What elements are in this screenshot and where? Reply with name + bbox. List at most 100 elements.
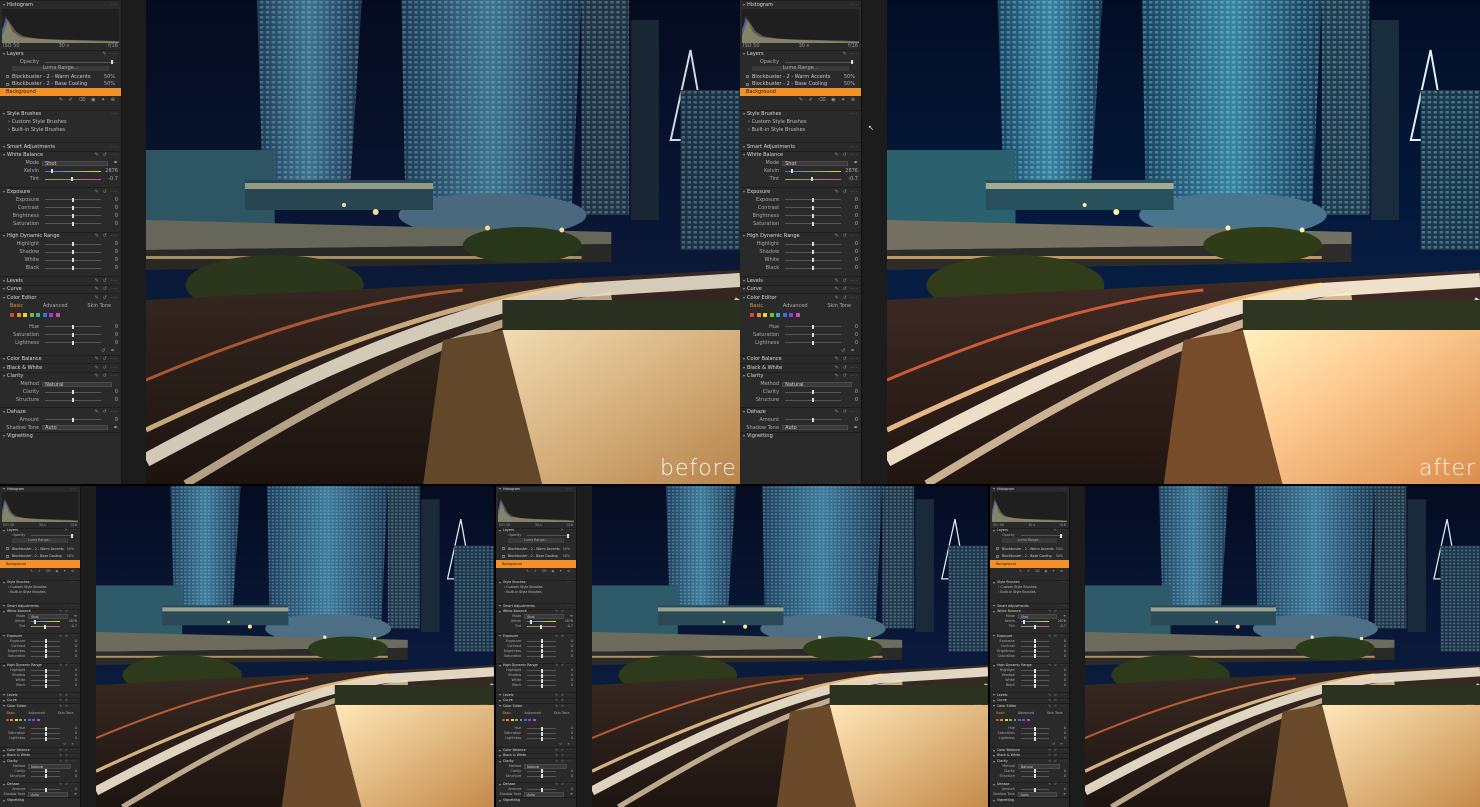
- tool-icons[interactable]: ✎ ↺ ···: [835, 285, 858, 294]
- slider-knob[interactable]: [540, 624, 543, 629]
- clarity-slider[interactable]: [1020, 769, 1049, 774]
- more-icon[interactable]: ···: [71, 580, 77, 586]
- slider-knob[interactable]: [1033, 639, 1036, 643]
- style-brushes-header[interactable]: Style Brushes ···: [0, 109, 121, 119]
- collapse-triangle-icon[interactable]: [993, 755, 995, 758]
- exposure-slider[interactable]: [527, 639, 556, 643]
- color-swatch[interactable]: [750, 312, 754, 317]
- color-swatch[interactable]: [1009, 718, 1012, 722]
- tab-advanced[interactable]: Advanced: [783, 302, 808, 310]
- tint-slider[interactable]: [527, 624, 556, 629]
- collapse-triangle-icon[interactable]: [499, 705, 501, 708]
- color-swatch[interactable]: [19, 718, 22, 722]
- tool-icons[interactable]: ✎ ↺ ···: [95, 364, 118, 373]
- ce-value[interactable]: 0: [844, 323, 858, 331]
- more-icon[interactable]: ···: [567, 580, 573, 586]
- color-swatch[interactable]: [29, 312, 34, 317]
- tint-slider[interactable]: [45, 177, 101, 181]
- hdr-slider[interactable]: [31, 668, 60, 673]
- hdr-slider[interactable]: [785, 266, 841, 270]
- collapse-triangle-icon[interactable]: [499, 664, 501, 667]
- slider-knob[interactable]: [44, 678, 47, 683]
- clarity-slider[interactable]: [45, 390, 101, 394]
- hdr-slider[interactable]: [1020, 668, 1049, 673]
- collapse-triangle-icon[interactable]: [743, 3, 745, 6]
- exposure-header[interactable]: Exposure ✎ ↺ ···: [740, 187, 861, 196]
- slider-knob[interactable]: [812, 390, 815, 394]
- exposure-slider[interactable]: [1020, 639, 1049, 643]
- tab-basic[interactable]: Basic: [750, 302, 763, 310]
- exposure-slider[interactable]: [1020, 649, 1049, 653]
- kelvin-value[interactable]: 2876: [104, 167, 118, 175]
- hdr-slider[interactable]: [45, 250, 101, 254]
- opacity-slider[interactable]: [31, 533, 74, 538]
- collapse-triangle-icon[interactable]: [499, 488, 501, 491]
- tint-value[interactable]: -0.7: [1052, 624, 1066, 629]
- layer-check-icon[interactable]: [502, 554, 505, 558]
- layer-check-icon[interactable]: [746, 75, 749, 79]
- ce-slider[interactable]: [1020, 736, 1049, 741]
- clarity-value[interactable]: 0: [844, 388, 858, 396]
- opacity-slider[interactable]: [527, 533, 570, 538]
- hdr-value[interactable]: 0: [844, 264, 858, 272]
- amount-slider[interactable]: [785, 417, 841, 422]
- ce-value[interactable]: 0: [63, 736, 77, 741]
- tab-skin-tone[interactable]: Skin Tone: [827, 302, 851, 310]
- collapse-triangle-icon[interactable]: [993, 760, 995, 763]
- collapse-triangle-icon[interactable]: [3, 3, 5, 6]
- hdr-slider[interactable]: [31, 683, 60, 688]
- collapse-triangle-icon[interactable]: [3, 235, 5, 238]
- slider-knob[interactable]: [1033, 769, 1036, 774]
- collapse-triangle-icon[interactable]: [3, 488, 5, 491]
- slider-knob[interactable]: [540, 774, 543, 779]
- collapse-triangle-icon[interactable]: [743, 296, 745, 299]
- collapse-triangle-icon[interactable]: [3, 366, 5, 369]
- opacity-slider[interactable]: [1020, 533, 1063, 538]
- tool-icons[interactable]: ✎ ↺ ···: [95, 285, 118, 294]
- color-swatch[interactable]: [10, 718, 14, 722]
- slider-knob[interactable]: [540, 678, 543, 683]
- layer-toolbar[interactable]: ✎ ✐ ⌫ ◉ ✦ ⊕: [0, 96, 121, 104]
- tab-basic[interactable]: Basic: [7, 709, 16, 717]
- collapse-triangle-icon[interactable]: [993, 610, 995, 613]
- slider-knob[interactable]: [72, 324, 75, 329]
- collapse-triangle-icon[interactable]: [3, 755, 5, 758]
- tab-basic[interactable]: Basic: [996, 709, 1005, 717]
- color-swatch[interactable]: [996, 718, 999, 722]
- color-swatch[interactable]: [515, 718, 518, 722]
- shadow-tone-select[interactable]: Auto: [782, 425, 848, 431]
- style-brushes-header[interactable]: Style Brushes ···: [740, 109, 861, 119]
- slider-knob[interactable]: [1023, 619, 1026, 624]
- slider-knob[interactable]: [1033, 668, 1036, 673]
- collapse-triangle-icon[interactable]: [743, 113, 745, 116]
- exposure-slider[interactable]: [31, 644, 60, 648]
- layer-background[interactable]: Background: [740, 88, 861, 96]
- slider-knob[interactable]: [1033, 624, 1036, 629]
- slider-knob[interactable]: [72, 417, 75, 422]
- color-swatch[interactable]: [14, 718, 18, 722]
- slider-knob[interactable]: [812, 221, 815, 226]
- slider-knob[interactable]: [812, 250, 815, 254]
- hdr-slider[interactable]: [527, 683, 556, 688]
- slider-knob[interactable]: [812, 398, 815, 402]
- slider-knob[interactable]: [44, 644, 47, 648]
- more-icon[interactable]: ···: [110, 143, 118, 152]
- collapse-triangle-icon[interactable]: [993, 488, 995, 491]
- clarity-slider[interactable]: [45, 398, 101, 402]
- ce-value[interactable]: 0: [844, 331, 858, 339]
- slider-knob[interactable]: [540, 654, 543, 658]
- exposure-value[interactable]: 0: [104, 220, 118, 228]
- amount-value[interactable]: 0: [104, 416, 118, 424]
- black-white-header[interactable]: Black & White ✎ ↺ ···: [740, 363, 861, 372]
- exposure-value[interactable]: 0: [1052, 654, 1066, 659]
- smart-adjustments-header[interactable]: Smart Adjustments ···: [0, 142, 121, 151]
- exposure-header[interactable]: Exposure ✎ ↺ ···: [0, 187, 121, 196]
- hdr-slider[interactable]: [31, 673, 60, 678]
- color-swatch[interactable]: [795, 312, 800, 317]
- hdr-slider[interactable]: [527, 673, 556, 678]
- collapse-triangle-icon[interactable]: [3, 635, 5, 638]
- tab-basic[interactable]: Basic: [10, 302, 23, 310]
- color-swatch[interactable]: [528, 718, 532, 722]
- collapse-triangle-icon[interactable]: [3, 288, 5, 291]
- dehaze-header[interactable]: Dehaze ✎ ↺ ···: [740, 407, 861, 416]
